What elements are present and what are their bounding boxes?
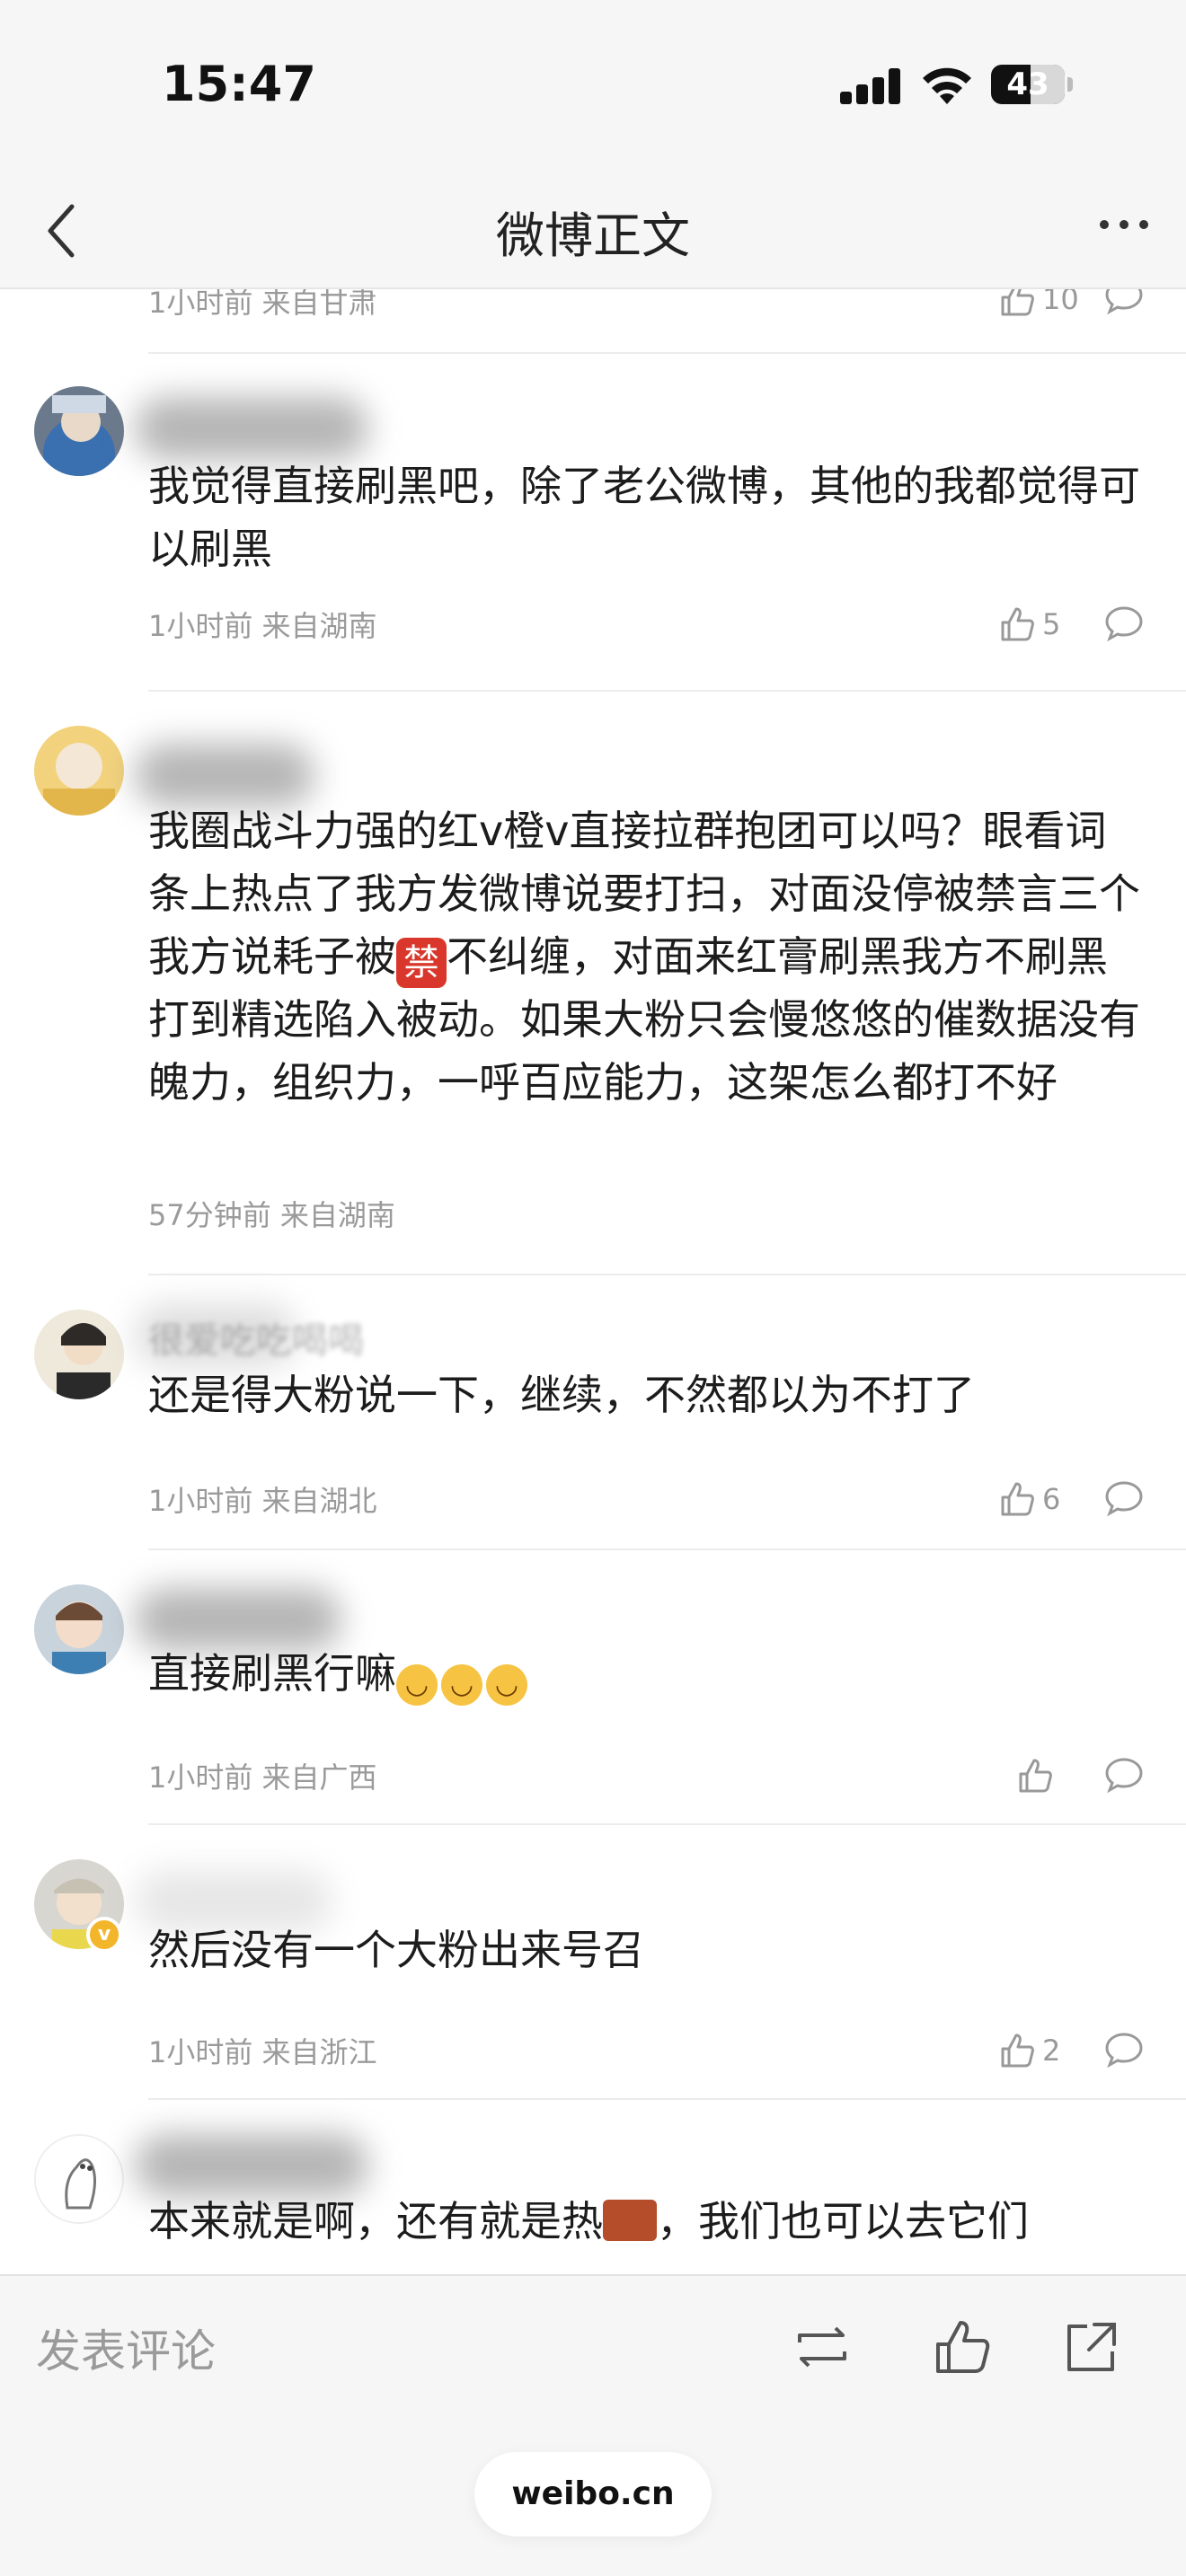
like-button[interactable]: 5 <box>997 602 1060 647</box>
like-icon[interactable] <box>931 2316 994 2378</box>
text-segment: 直接刷黑行嘛 <box>148 1649 396 1698</box>
comment-meta: 1小时前 来自甘肃 <box>148 286 377 320</box>
wifi-icon <box>923 67 971 104</box>
username-obscured <box>135 744 314 807</box>
brick-emoji-icon <box>603 2200 657 2241</box>
text-segment: 本来就是啊，还有就是热 <box>148 2197 603 2245</box>
comment-icon[interactable] <box>1103 604 1145 643</box>
comment-meta: 1小时前 来自湖北 <box>148 1484 377 1518</box>
laughing-emoji-icon: ◡ <box>396 1664 438 1706</box>
top-bar: 15:47 43 微博正文 <box>0 0 1186 289</box>
page-title: 微博正文 <box>496 207 690 264</box>
like-button[interactable]: 6 <box>997 1477 1060 1522</box>
status-time: 15:47 <box>162 56 316 112</box>
comment-icon[interactable] <box>1103 1478 1145 1518</box>
weibo-detail-screen: 15:47 43 微博正文 1小时前 来自甘肃 10 我觉得直接刷黑吧，除了老公… <box>0 0 1186 2576</box>
avatar[interactable] <box>34 726 124 816</box>
divider <box>148 1823 1186 1825</box>
battery-level: 43 <box>1006 66 1049 102</box>
repost-icon[interactable] <box>791 2316 854 2378</box>
divider <box>148 690 1186 692</box>
bottom-action-bar: 发表评论 weibo.cn <box>0 2274 1186 2576</box>
laughing-emoji-icon: ◡ <box>441 1664 482 1706</box>
like-count: 2 <box>1042 2033 1061 2068</box>
ban-emoji: 禁 <box>396 938 447 988</box>
comment-meta: 1小时前 来自广西 <box>148 1760 377 1795</box>
battery-tip <box>1067 77 1073 92</box>
comment-meta: 1小时前 来自湖南 <box>148 609 377 643</box>
laughing-emoji-icon: ◡ <box>486 1664 527 1706</box>
comment-text: 还是得大粉说一下，继续，不然都以为不打了 <box>148 1371 975 1419</box>
avatar[interactable] <box>34 1310 124 1399</box>
partial-comment-meta: 1小时前 来自甘肃 10 <box>148 279 1155 343</box>
divider <box>148 352 1186 354</box>
divider <box>148 1548 1186 1550</box>
username-obscured <box>135 2134 368 2197</box>
like-icon <box>1001 2033 1034 2068</box>
like-count: 6 <box>1042 1482 1061 1516</box>
avatar[interactable] <box>34 2134 124 2224</box>
comment-icon[interactable] <box>1103 1755 1145 1795</box>
divider <box>148 1274 1186 1275</box>
text-segment: ，我们也可以去它们 <box>657 2197 1029 2245</box>
comment-text: 然后没有一个大粉出来号召 <box>148 1926 644 1974</box>
comment-text: 我圈战斗力强的红v橙v直接拉群抱团可以吗？眼看词条上热点了我方发微博说要打扫，对… <box>148 799 1146 1114</box>
cellular-signal-icon <box>840 68 903 104</box>
comment-input[interactable]: 发表评论 <box>36 2316 216 2380</box>
verified-badge-icon: v <box>86 1917 122 1953</box>
url-pill[interactable]: weibo.cn <box>474 2452 712 2536</box>
comment-meta: 1小时前 来自浙江 <box>148 2035 377 2069</box>
like-icon <box>1001 607 1034 641</box>
like-icon <box>1001 1482 1034 1516</box>
comment-meta: 57分钟前 来自湖南 <box>148 1198 395 1232</box>
avatar[interactable] <box>34 1584 124 1674</box>
battery-icon: 43 <box>991 65 1065 104</box>
comment-text: 我觉得直接刷黑吧，除了老公微博，其他的我都觉得可以刷黑 <box>148 462 1140 573</box>
comment-text: 本来就是啊，还有就是热 ，我们也可以去它们 <box>148 2190 1146 2253</box>
divider <box>148 2098 1186 2100</box>
more-icon[interactable] <box>1100 220 1150 233</box>
avatar[interactable] <box>34 386 124 476</box>
username-obscured <box>135 397 368 460</box>
like-button[interactable]: 2 <box>997 2028 1060 2073</box>
like-button[interactable] <box>1015 1753 1055 1798</box>
comment-icon[interactable] <box>1103 2030 1145 2069</box>
like-count: 5 <box>1042 607 1061 641</box>
like-icon <box>1019 1759 1052 1793</box>
username-obscured <box>135 1304 296 1367</box>
comment-text: 直接刷黑行嘛 ◡ ◡ ◡ <box>148 1642 1146 1706</box>
share-icon[interactable] <box>1060 2316 1123 2378</box>
